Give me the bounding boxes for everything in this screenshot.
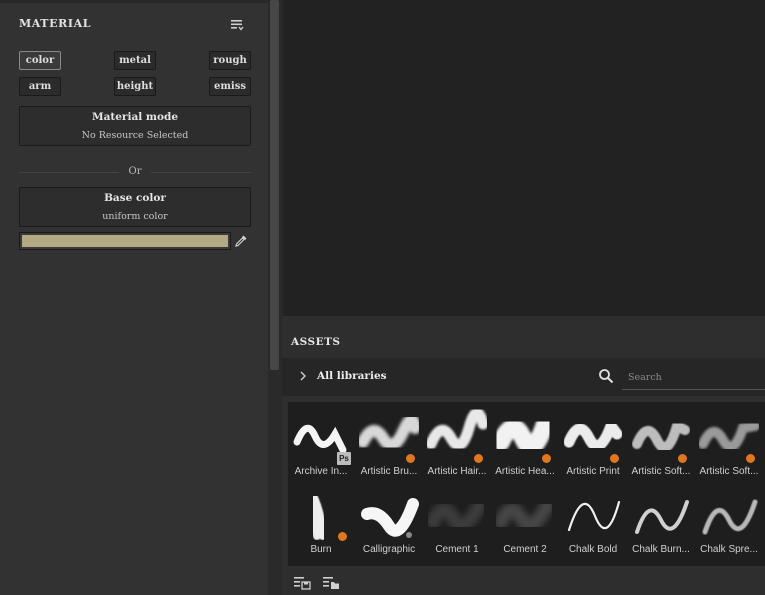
asset-name: Chalk Spre... <box>700 544 758 555</box>
assets-bottom-bar <box>282 571 765 595</box>
panel-scrollbar-thumb[interactable] <box>270 0 279 370</box>
material-mode-title: Material mode <box>91 111 179 123</box>
photoshop-badge-icon: Ps <box>337 452 351 465</box>
brush-thumbnail <box>635 500 689 534</box>
color-picker-icon[interactable] <box>234 234 248 248</box>
chevron-right-icon[interactable] <box>299 371 307 381</box>
channel-rough-button[interactable]: rough <box>209 51 251 70</box>
panel-menu-icon[interactable] <box>229 17 245 33</box>
assets-title: ASSETS <box>291 336 341 348</box>
viewport[interactable] <box>284 0 765 316</box>
asset-tile[interactable]: Artistic Print <box>560 402 626 480</box>
filter-folder-icon[interactable] <box>322 575 340 591</box>
brush-thumbnail <box>702 499 758 535</box>
search-icon <box>599 369 614 384</box>
asset-tile[interactable]: Chalk Spre... <box>696 480 762 558</box>
asset-tile[interactable]: Cement 2 <box>492 480 558 558</box>
assets-panel: ASSETS All libraries PsArchive In... Arti… <box>282 324 765 595</box>
base-color-swatch[interactable] <box>19 232 231 250</box>
channel-metal-button[interactable]: metal <box>114 51 156 70</box>
asset-name: Artistic Bru... <box>360 466 418 477</box>
panel-splitter[interactable] <box>282 316 765 324</box>
search-input[interactable] <box>622 366 765 390</box>
material-mode-slot[interactable]: Material mode No Resource Selected <box>19 106 251 146</box>
asset-name: Chalk Burn... <box>632 544 690 555</box>
asset-tile[interactable]: Artistic Soft... <box>696 402 762 480</box>
asset-name: Cement 1 <box>435 544 479 555</box>
brush-type-badge-icon <box>406 454 415 463</box>
asset-tile[interactable]: Artistic Hea... <box>492 402 558 480</box>
brush-type-badge-icon <box>406 532 412 538</box>
swatch-fill <box>22 235 228 247</box>
asset-tile[interactable]: Artistic Bru... <box>356 402 422 480</box>
base-color-mode: uniform color <box>102 211 168 222</box>
material-mode-value: No Resource Selected <box>81 130 189 141</box>
asset-tile[interactable]: Artistic Soft... <box>628 402 694 480</box>
asset-tile[interactable]: Chalk Burn... <box>628 480 694 558</box>
asset-tile[interactable]: Cement 1 <box>424 480 490 558</box>
asset-name: Artistic Soft... <box>699 466 759 477</box>
asset-tile[interactable]: Ps Archive In... <box>288 402 354 480</box>
asset-name: Burn <box>310 544 332 555</box>
brush-thumbnail <box>495 499 554 532</box>
brush-type-badge-icon <box>474 454 483 463</box>
base-color-slot[interactable]: Base color uniform color <box>19 187 251 227</box>
asset-name: Cement 2 <box>503 544 547 555</box>
brush-thumbnail <box>567 500 621 532</box>
asset-tile[interactable]: Burn <box>288 480 354 558</box>
asset-name: Calligraphic <box>362 544 416 555</box>
asset-name: Archive In... <box>294 466 348 477</box>
asset-name: Artistic Hair... <box>427 466 487 477</box>
brush-type-badge-icon <box>338 532 347 541</box>
channel-arm-button[interactable]: arm <box>19 77 61 96</box>
material-panel: MATERIAL color metal rough arm height em… <box>0 0 268 595</box>
channel-height-button[interactable]: height <box>114 77 156 96</box>
library-bar: All libraries <box>282 358 765 396</box>
asset-grid: Ps Archive In... Artistic Bru... Artistic H… <box>288 402 765 566</box>
asset-tile[interactable]: Artistic Hair... <box>424 402 490 480</box>
all-libraries-label[interactable]: All libraries <box>317 370 387 382</box>
divider-line-right <box>151 172 251 173</box>
brush-type-badge-icon <box>746 454 755 463</box>
brush-type-badge-icon <box>610 454 619 463</box>
material-section-title: MATERIAL <box>19 17 92 30</box>
channel-emiss-button[interactable]: emiss <box>209 77 251 96</box>
channel-color-button[interactable]: color <box>19 51 61 70</box>
asset-name: Artistic Soft... <box>631 466 691 477</box>
brush-type-badge-icon <box>542 454 551 463</box>
base-color-title: Base color <box>104 192 166 204</box>
asset-name: Chalk Bold <box>568 544 618 555</box>
asset-name: Artistic Print <box>566 466 620 477</box>
or-divider: Or <box>19 166 251 178</box>
panel-top-border <box>0 0 268 3</box>
brush-thumbnail <box>427 499 486 532</box>
asset-tile[interactable]: Calligraphic <box>356 480 422 558</box>
brush-type-badge-icon <box>678 454 687 463</box>
asset-name: Artistic Hea... <box>495 466 555 477</box>
asset-tile[interactable]: Chalk Bold <box>560 480 626 558</box>
save-filter-icon[interactable] <box>293 575 311 591</box>
